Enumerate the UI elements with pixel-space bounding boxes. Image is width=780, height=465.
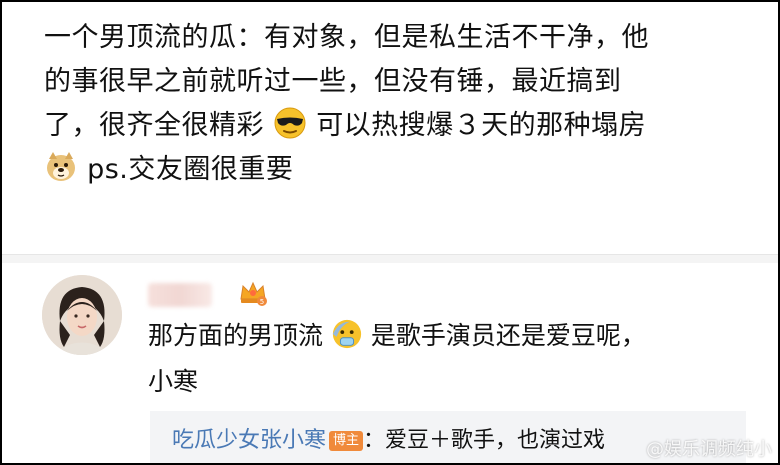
- crown-level: 5: [260, 298, 264, 306]
- comment-text-part2: 是歌手演员还是爱豆呢，: [370, 321, 646, 350]
- author-badge: 博主: [329, 431, 364, 451]
- comment-line-1: 那方面的男顶流 是歌手演员还是爱豆呢，: [148, 313, 748, 359]
- post-line-3-text-b: 可以热搜爆３天的那种塌房: [316, 110, 647, 141]
- comment-text: 那方面的男顶流 是歌手演员还是爱豆呢， 小寒: [148, 313, 748, 405]
- weibo-screenshot: 一个男顶流的瓜：有对象，但是私生活不干净，他 的事很早之前就听过一些，但没有锤，…: [0, 0, 780, 465]
- cold-sweat-emoji-icon: [332, 319, 362, 349]
- username-blurred[interactable]: [148, 283, 212, 307]
- post-card: 一个男顶流的瓜：有对象，但是私生活不干净，他 的事很早之前就听过一些，但没有锤，…: [2, 2, 778, 252]
- reply-content: ：爱豆＋歌手，也演过戏: [363, 428, 606, 453]
- comment-item: 5 那方面的男顶流 是歌手演员还是爱豆呢， 小寒 吃瓜少女张小寒 博主 ：爱豆＋歌手…: [2, 263, 778, 463]
- reply-text-row: 吃瓜少女张小寒 博主 ：爱豆＋歌手，也演过戏: [172, 421, 605, 461]
- post-line-1: 一个男顶流的瓜：有对象，但是私生活不干净，他: [44, 22, 649, 53]
- avatar[interactable]: [42, 275, 122, 355]
- post-line-3: 了，很齐全很精彩 可以热搜爆３天的那种塌房: [44, 104, 744, 148]
- comment-line-2: 小寒: [148, 367, 199, 396]
- post-line-3-text: 了，很齐全很精彩: [44, 110, 264, 141]
- avatar-image: [42, 275, 122, 355]
- post-line-4: ps.交友圈很重要: [44, 148, 744, 192]
- sunglasses-emoji-icon: [274, 107, 306, 139]
- post-line-4-text: ps.交友圈很重要: [87, 154, 294, 185]
- crown-badge-icon: 5: [240, 281, 267, 306]
- watermark: @娱乐调频纯小: [646, 439, 772, 460]
- post-text: 一个男顶流的瓜：有对象，但是私生活不干净，他 的事很早之前就听过一些，但没有锤，…: [44, 16, 744, 192]
- doge-emoji-icon: [47, 152, 75, 181]
- comment-text-part1: 那方面的男顶流: [148, 321, 324, 350]
- post-line-2: 的事很早之前就听过一些，但没有锤，最近搞到: [44, 66, 622, 97]
- reply-username[interactable]: 吃瓜少女张小寒: [172, 428, 326, 453]
